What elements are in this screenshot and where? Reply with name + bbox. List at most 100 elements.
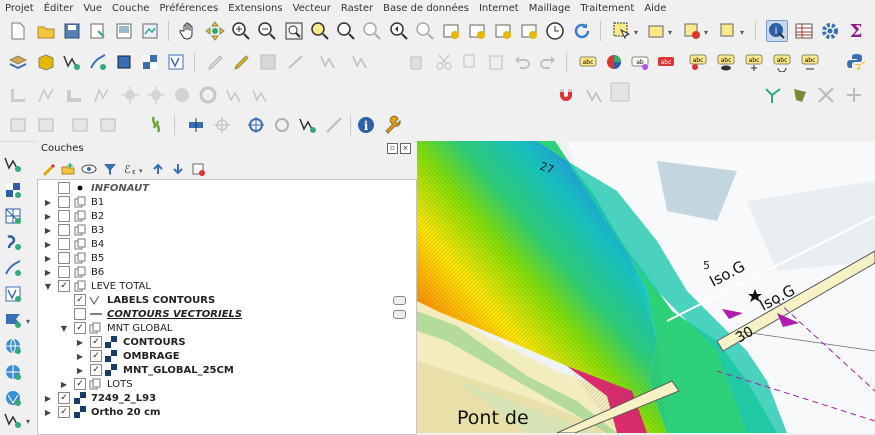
tree-row[interactable]: ✓ LABELS CONTOURS xyxy=(38,293,414,307)
add-delimited-text-icon[interactable] xyxy=(3,232,23,252)
add-vector-plugin-icon[interactable] xyxy=(298,115,318,135)
snap-intersection-icon[interactable] xyxy=(816,85,836,105)
tree-row[interactable]: ▶ B6 xyxy=(38,265,414,279)
tree-row[interactable]: INFONAUT xyxy=(38,181,414,195)
visibility-checkbox[interactable]: ✓ xyxy=(90,350,102,362)
remove-layer-icon[interactable] xyxy=(191,162,205,176)
menu-vue[interactable]: Vue xyxy=(78,3,107,14)
menu-internet[interactable]: Internet xyxy=(474,3,524,14)
add-mesh-layer-icon[interactable] xyxy=(3,206,23,226)
plugin-tool-1-icon[interactable] xyxy=(8,115,28,135)
expand-all-icon[interactable] xyxy=(151,162,165,176)
copy-icon[interactable] xyxy=(460,52,480,72)
refresh-icon[interactable] xyxy=(572,21,592,41)
expand-arrow-icon[interactable]: ▶ xyxy=(44,240,52,249)
move-label-icon[interactable]: abc xyxy=(744,52,764,72)
menu-projet[interactable]: Projet xyxy=(0,3,39,14)
expand-arrow-icon[interactable]: ▶ xyxy=(76,352,84,361)
label-tool-icon[interactable]: abc xyxy=(578,52,598,72)
menu-aide[interactable]: Aide xyxy=(639,3,671,14)
open-project-icon[interactable] xyxy=(36,21,56,41)
new-project-icon[interactable] xyxy=(8,21,28,41)
highlight-pinned-labels-icon[interactable]: ab xyxy=(630,52,650,72)
visibility-checkbox[interactable] xyxy=(58,266,70,278)
menu-couche[interactable]: Couche xyxy=(107,3,154,14)
multi-edit-icon[interactable] xyxy=(350,52,370,72)
collapse-all-icon[interactable] xyxy=(171,162,185,176)
visibility-checkbox[interactable] xyxy=(58,238,70,250)
add-group-icon[interactable] xyxy=(61,162,75,176)
manage-visibility-eye-icon[interactable] xyxy=(81,162,97,176)
add-wfs-layer-icon[interactable] xyxy=(3,336,23,356)
visibility-checkbox[interactable]: ✓ xyxy=(74,378,86,390)
select-features-icon[interactable] xyxy=(612,21,632,41)
visibility-checkbox[interactable]: ✓ xyxy=(74,294,86,306)
expand-arrow-icon[interactable]: ▶ xyxy=(44,408,52,417)
deselect-dropdown-icon[interactable]: ▾ xyxy=(704,28,708,37)
snap-self-icon[interactable] xyxy=(844,85,864,105)
plugin-tool-2-icon[interactable] xyxy=(36,115,56,135)
add-wms-layer-icon[interactable] xyxy=(3,310,23,330)
paste-icon[interactable] xyxy=(486,52,506,72)
current-edits-icon[interactable] xyxy=(206,52,226,72)
tree-row[interactable]: ▶ ✓ Ortho 20 cm xyxy=(38,405,414,419)
tree-row[interactable]: ▼ ✓ MNT GLOBAL xyxy=(38,321,414,335)
menu-preferences[interactable]: Préférences xyxy=(154,3,223,14)
filter-legend-icon[interactable] xyxy=(103,162,117,176)
expand-arrow-icon[interactable]: ▶ xyxy=(76,338,84,347)
tree-row[interactable]: ▶ ✓ LOTS xyxy=(38,377,414,391)
bookmarks-icon[interactable] xyxy=(519,21,539,41)
layer-notes-icon[interactable] xyxy=(393,310,406,319)
pan-hand-icon[interactable] xyxy=(178,21,198,41)
change-label-icon[interactable]: abc xyxy=(800,52,820,72)
select-dropdown-icon[interactable]: ▾ xyxy=(634,28,638,37)
split-icon[interactable] xyxy=(120,85,140,105)
add-xyz-layer-icon[interactable] xyxy=(3,388,23,408)
pin-labels-icon[interactable]: abc xyxy=(688,52,708,72)
new-3d-view-icon[interactable] xyxy=(467,21,487,41)
wrench-tool-icon[interactable] xyxy=(382,115,402,135)
chip-layer-icon[interactable] xyxy=(114,52,134,72)
expand-arrow-icon[interactable]: ▶ xyxy=(44,254,52,263)
delete-ring-icon[interactable] xyxy=(198,85,218,105)
visibility-checkbox[interactable] xyxy=(58,224,70,236)
select-location-icon[interactable] xyxy=(718,21,738,41)
menu-base-de-donnees[interactable]: Base de données xyxy=(378,3,474,14)
clock-icon[interactable] xyxy=(545,21,565,41)
menu-maillage[interactable]: Maillage xyxy=(524,3,576,14)
raster-layer-icon[interactable] xyxy=(140,52,160,72)
zoom-in-icon[interactable] xyxy=(231,21,251,41)
vector-tile-dropdown-icon[interactable]: ▾ xyxy=(26,417,30,426)
select-value-dropdown-icon[interactable]: ▾ xyxy=(668,28,672,37)
graphical-modeler-icon[interactable] xyxy=(272,115,292,135)
visibility-checkbox[interactable]: ✓ xyxy=(58,392,70,404)
expand-arrow-icon[interactable]: ▶ xyxy=(76,366,84,375)
plugin-tool-4-icon[interactable] xyxy=(98,115,118,135)
tree-row[interactable]: ▶ ✓ OMBRAGE xyxy=(38,349,414,363)
processing-toolbox-icon[interactable] xyxy=(246,115,266,135)
tree-row[interactable]: ▶ B1 xyxy=(38,195,414,209)
zoom-native-icon[interactable] xyxy=(362,21,382,41)
layer-store-icon[interactable] xyxy=(36,52,56,72)
fill-ring-icon[interactable] xyxy=(172,85,192,105)
save-project-icon[interactable] xyxy=(62,21,82,41)
zoom-out-icon[interactable] xyxy=(257,21,277,41)
add-raster-layer-icon[interactable] xyxy=(3,180,23,200)
visibility-checkbox[interactable] xyxy=(58,196,70,208)
expand-arrow-icon[interactable]: ▶ xyxy=(44,394,52,403)
save-edits-icon[interactable] xyxy=(258,52,278,72)
tree-row[interactable]: ▶ B2 xyxy=(38,209,414,223)
tree-row[interactable]: ▶ ✓ 7249_2_L93 xyxy=(38,391,414,405)
coordinate-capture-icon[interactable] xyxy=(186,115,206,135)
tree-row[interactable]: ▼ ✓ LEVE TOTAL xyxy=(38,279,414,293)
zoom-layer-icon[interactable] xyxy=(336,21,356,41)
add-vector-tile-icon[interactable] xyxy=(3,410,23,430)
tree-row[interactable]: ▶ ✓ CONTOURS xyxy=(38,335,414,349)
python-console-icon[interactable] xyxy=(846,52,866,72)
add-line-icon[interactable] xyxy=(286,52,306,72)
close-icon[interactable]: × xyxy=(400,143,411,154)
deselect-icon[interactable] xyxy=(682,21,702,41)
menu-traitement[interactable]: Traitement xyxy=(575,3,639,14)
expand-arrow-icon[interactable]: ▶ xyxy=(44,226,52,235)
wms-dropdown-icon[interactable]: ▾ xyxy=(26,317,30,326)
